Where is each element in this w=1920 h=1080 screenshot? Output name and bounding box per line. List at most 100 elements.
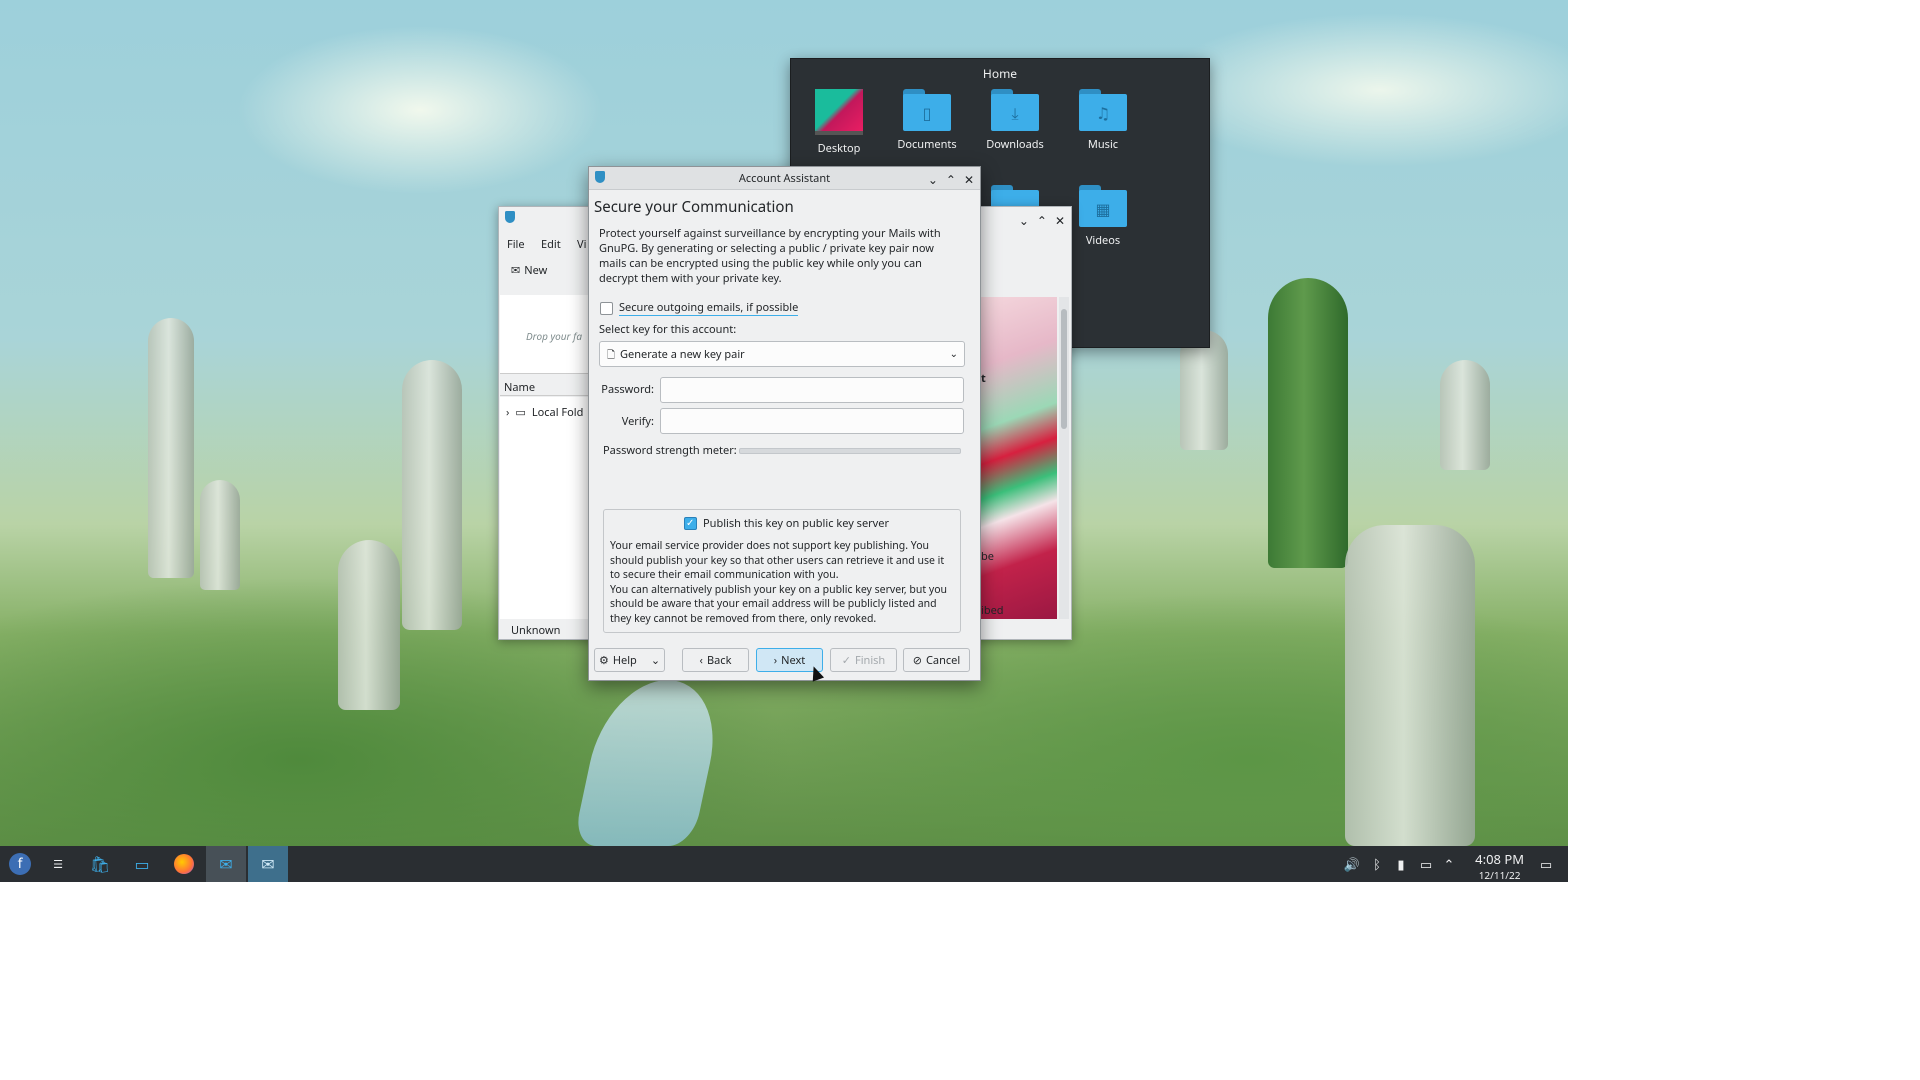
expand-arrow-icon[interactable]: ›: [506, 405, 509, 420]
new-mail-button[interactable]: ✉ New: [511, 263, 547, 278]
new-label: New: [524, 263, 548, 278]
folder-documents[interactable]: ▯ Documents: [887, 89, 967, 152]
wallpaper-river: [572, 680, 728, 846]
status-bar-text: Unknown: [511, 623, 561, 638]
publish-explanation: Your email service provider does not sup…: [610, 539, 954, 627]
next-arrow-icon: ›: [773, 652, 778, 668]
wallpaper-stone: [200, 480, 240, 590]
wallpaper-stone: [148, 318, 194, 578]
folder-column-header[interactable]: Name: [500, 379, 595, 396]
help-icon: ⚙: [598, 652, 609, 668]
taskbar: f ☰ 🛍 ▭ ✉ ✉ 🔊 ᛒ ▮ ▭ ⌃ 4:08 PM 12/11/22 ▭: [0, 846, 1568, 882]
menu-view[interactable]: Vi: [577, 237, 586, 252]
verify-field[interactable]: [660, 408, 964, 434]
show-desktop-icon[interactable]: ▭: [1536, 846, 1556, 882]
page-heading: Secure your Communication: [594, 197, 794, 217]
minimize-icon[interactable]: ⌄: [1019, 212, 1029, 229]
maximize-icon[interactable]: ⌃: [946, 171, 956, 188]
chevron-up-icon[interactable]: ⌃: [1440, 846, 1458, 882]
preview-fragment: ibed: [981, 603, 1004, 618]
finish-button[interactable]: ✓ Finish: [830, 648, 897, 672]
message-preview-pane: t be ibed: [981, 297, 1057, 619]
checkbox-box[interactable]: [600, 301, 613, 315]
drop-hint: Drop your fa: [526, 329, 582, 343]
folder-label: Desktop: [817, 141, 861, 156]
key-select-combo[interactable]: 🗋 Generate a new key pair ⌄: [599, 341, 965, 367]
task-kmail[interactable]: ✉: [206, 846, 246, 882]
network-icon[interactable]: ▭: [1416, 846, 1436, 882]
folder-icon: ▭: [515, 405, 526, 420]
videos-folder-icon: ▦: [1079, 185, 1127, 227]
home-popup-title: Home: [982, 65, 1018, 82]
check-icon: ✓: [841, 652, 851, 668]
favorites-drop-area[interactable]: Drop your fa: [500, 295, 595, 374]
preview-fragment: t: [981, 371, 986, 386]
chevron-down-icon[interactable]: ⌄: [651, 653, 660, 668]
password-label: Password:: [601, 382, 654, 397]
task-dolphin[interactable]: ▭: [122, 846, 162, 882]
next-label: Next: [781, 652, 806, 668]
close-icon[interactable]: ✕: [1055, 212, 1065, 229]
task-firefox[interactable]: [164, 846, 204, 882]
dialog-title: Account Assistant: [738, 171, 831, 186]
folder-label: Music: [1087, 137, 1119, 152]
close-icon[interactable]: ✕: [964, 171, 974, 188]
folder-tree-item[interactable]: › ▭ Local Fold: [506, 405, 583, 420]
dialog-titlebar[interactable]: Account Assistant ⌄ ⌃ ✕: [589, 167, 980, 190]
menu-file[interactable]: File: [507, 237, 525, 252]
clock[interactable]: 4:08 PM 12/11/22: [1475, 850, 1524, 882]
firefox-icon: [174, 854, 194, 874]
cancel-label: Cancel: [925, 652, 961, 668]
task-discover[interactable]: 🛍: [80, 846, 120, 882]
menu-edit[interactable]: Edit: [541, 237, 561, 252]
publish-key-checkbox[interactable]: Publish this key on public key server: [684, 515, 889, 531]
account-assistant-dialog: Account Assistant ⌄ ⌃ ✕ Secure your Comm…: [588, 166, 981, 681]
publish-text-2: You can alternatively publish your key o…: [610, 582, 948, 626]
pager-button[interactable]: ☰: [38, 846, 78, 882]
settings-sliders-icon: ☰: [53, 856, 63, 872]
preview-scrollbar[interactable]: [1059, 297, 1069, 619]
checkbox-box[interactable]: [684, 515, 697, 530]
minimize-icon[interactable]: ⌄: [928, 171, 938, 188]
strength-meter-label: Password strength meter:: [603, 443, 737, 458]
mail-icon: ✉: [261, 853, 275, 875]
chevron-down-icon: ⌄: [949, 346, 958, 360]
cancel-button[interactable]: ⊘ Cancel: [903, 648, 970, 672]
mail-icon: ✉: [219, 853, 233, 875]
cancel-icon: ⊘: [912, 652, 922, 668]
secure-outgoing-checkbox[interactable]: Secure outgoing emails, if possible: [600, 300, 799, 316]
clock-date: 12/11/22: [1478, 868, 1521, 882]
volume-icon[interactable]: 🔊: [1342, 846, 1362, 882]
desktop-folder-icon: [815, 89, 863, 135]
wallpaper-stone: [1345, 525, 1475, 846]
wallpaper-stone: [402, 360, 462, 630]
password-field[interactable]: [660, 377, 964, 403]
store-icon: 🛍: [89, 853, 111, 875]
page-description: Protect yourself against surveillance by…: [599, 226, 941, 286]
folder-music[interactable]: ♫ Music: [1063, 89, 1143, 152]
removable-device-icon[interactable]: ▮: [1392, 846, 1410, 882]
app-launcher-button[interactable]: f: [0, 846, 40, 882]
folder-tree-label: Local Fold: [531, 405, 584, 420]
clock-time: 4:08 PM: [1475, 850, 1524, 868]
folder-downloads[interactable]: ⤓ Downloads: [975, 89, 1055, 152]
back-label: Back: [706, 652, 732, 668]
folder-label: Videos: [1085, 233, 1121, 248]
wallpaper-stone: [1268, 278, 1348, 568]
help-label: Help: [612, 652, 637, 668]
music-folder-icon: ♫: [1079, 89, 1127, 131]
task-account-assistant[interactable]: ✉: [248, 846, 288, 882]
fedora-logo-icon: f: [9, 853, 31, 875]
maximize-icon[interactable]: ⌃: [1037, 212, 1047, 229]
documents-folder-icon: ▯: [903, 89, 951, 131]
wallpaper-stone: [1440, 360, 1490, 470]
folder-tree[interactable]: › ▭ Local Fold: [500, 397, 595, 619]
mail-new-icon: ✉: [511, 263, 521, 278]
folder-desktop[interactable]: Desktop: [799, 89, 879, 156]
bluetooth-icon[interactable]: ᛒ: [1368, 846, 1386, 882]
key-combo-value: Generate a new key pair: [620, 346, 745, 362]
folder-videos[interactable]: ▦ Videos: [1063, 185, 1143, 248]
back-button[interactable]: ‹ Back: [682, 648, 749, 672]
scrollbar-thumb[interactable]: [1061, 309, 1067, 429]
help-button[interactable]: ⚙ Help ⌄: [594, 648, 665, 672]
